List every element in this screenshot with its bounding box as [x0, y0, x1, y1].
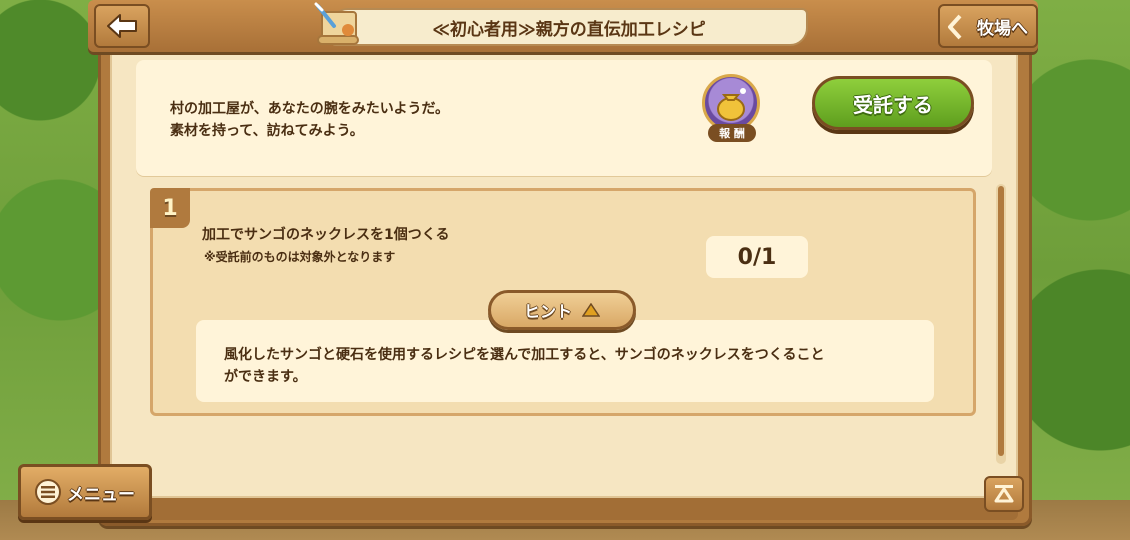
quest-description: 村の加工屋が、あなたの腕をみたいようだ。 素材を持って、訪ねてみよう。 [170, 98, 449, 142]
accept-quest-button[interactable]: 受託する [812, 76, 974, 130]
triangle-up-icon [582, 303, 600, 317]
scrollbar-thumb[interactable] [998, 186, 1004, 456]
reward-badge[interactable]: 報 酬 [700, 72, 764, 144]
reward-label: 報 酬 [708, 124, 756, 142]
farm-button-label: 牧場へ [977, 18, 1028, 39]
description-line: 村の加工屋が、あなたの腕をみたいようだ。 [170, 101, 450, 117]
scroll-to-top-button[interactable] [984, 476, 1024, 512]
task-number: 1 [150, 188, 190, 228]
task-title: 加工でサンゴのネックレスを1個つくる [202, 227, 450, 243]
recipe-scroll-icon [314, 2, 359, 45]
scroll-top-icon [994, 485, 1014, 503]
chevron-left-icon [948, 14, 962, 40]
back-arrow-icon [107, 14, 137, 38]
menu-button-label: メニュー [67, 484, 135, 505]
frame-bottom-bar [110, 498, 1018, 520]
page-title: ≪初心者用≫親方の直伝加工レシピ [330, 8, 808, 46]
task-progress: 0/1 [706, 236, 808, 278]
menu-button[interactable]: メニュー [18, 464, 152, 520]
hint-toggle-button[interactable]: ヒント [488, 290, 636, 330]
description-line: 素材を持って、訪ねてみよう。 [170, 123, 364, 139]
task-note: ※受託前のものは対象外となります [204, 250, 396, 264]
hint-text: 風化したサンゴと硬石を使用するレシピを選んで加工すると、サンゴのネックレスをつく… [224, 344, 824, 388]
hint-line: 風化したサンゴと硬石を使用するレシピを選んで加工すると、サンゴのネックレスをつく… [224, 347, 825, 363]
hint-line: ができます。 [224, 369, 307, 385]
hamburger-icon [35, 479, 61, 505]
hint-button-label: ヒント [523, 302, 572, 321]
farm-button[interactable]: 牧場へ [938, 4, 1038, 48]
back-button[interactable] [94, 4, 150, 48]
money-bag-icon [717, 88, 746, 121]
